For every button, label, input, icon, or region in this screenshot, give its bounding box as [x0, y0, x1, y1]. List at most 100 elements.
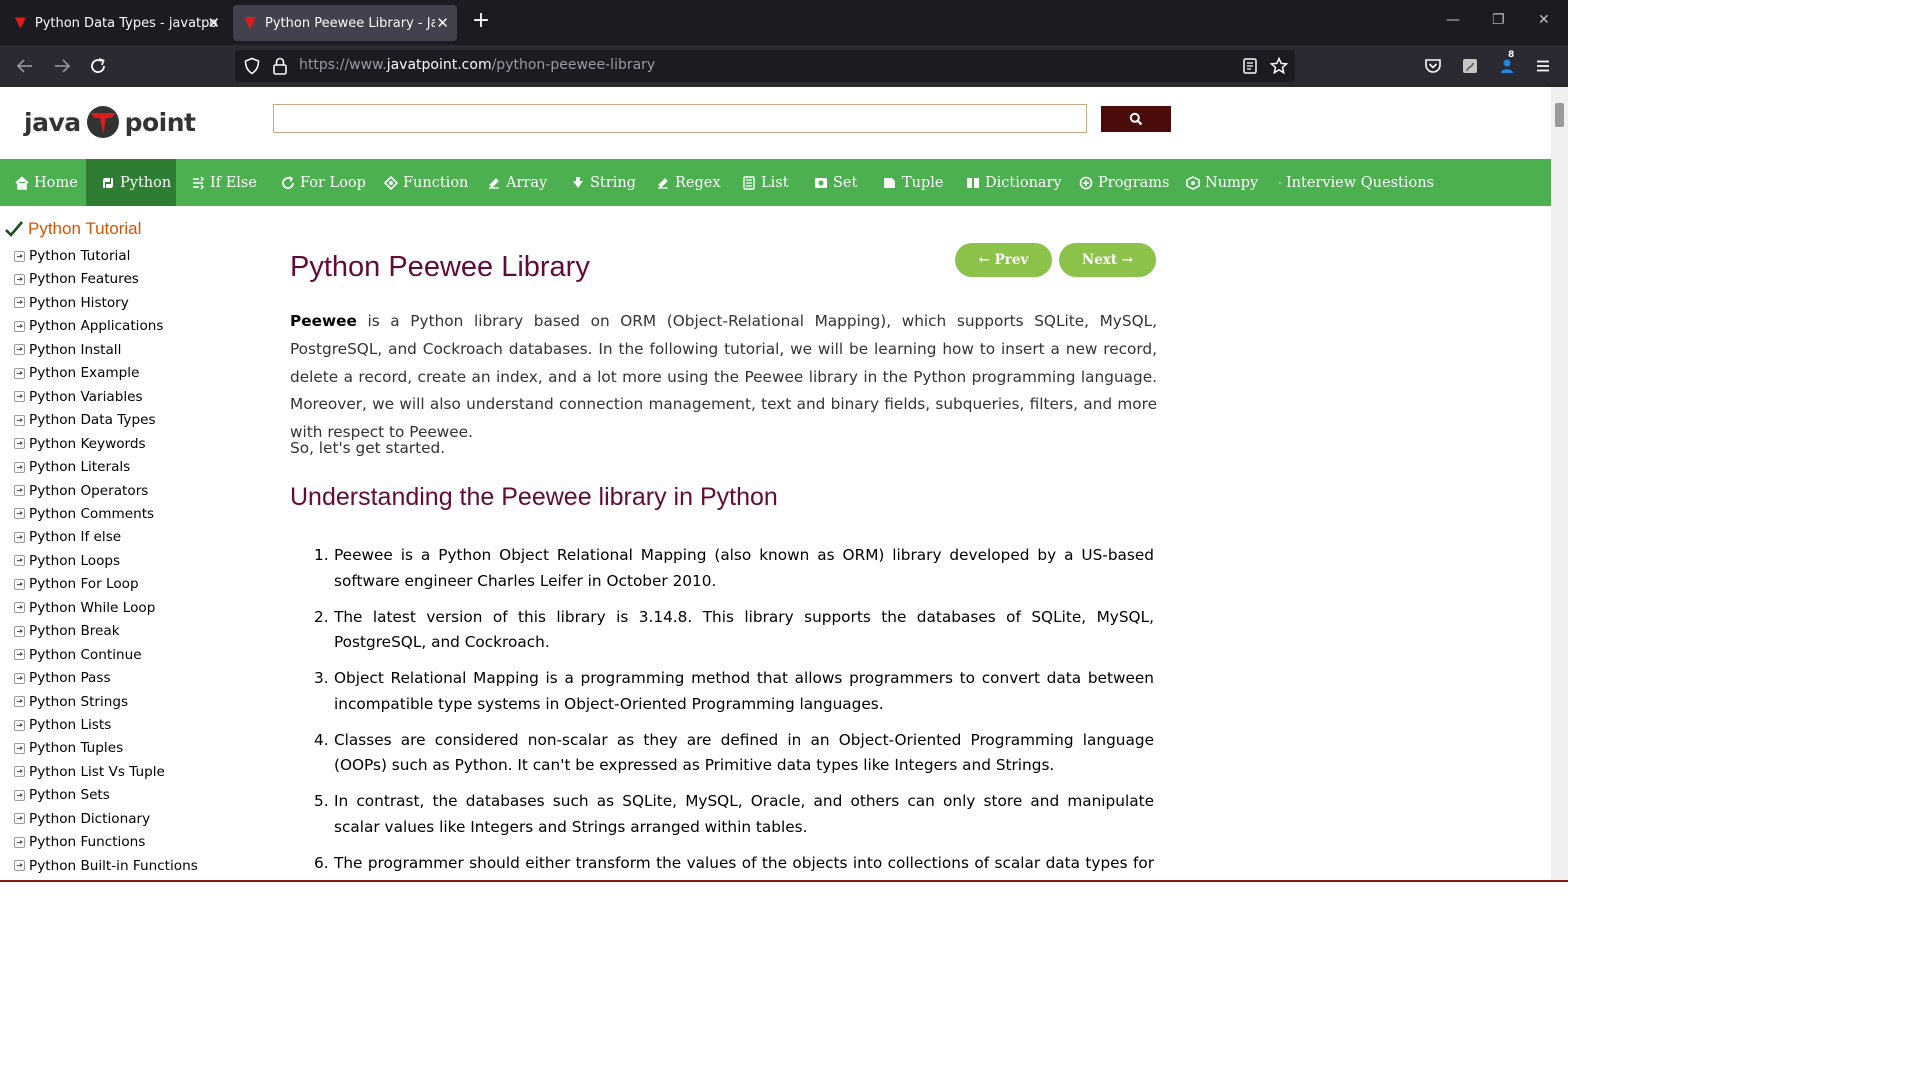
- list-icon: [743, 175, 755, 190]
- menu-item-tuple[interactable]: Tuple: [868, 159, 951, 206]
- reload-icon[interactable]: [87, 55, 109, 77]
- extension-icon[interactable]: [1459, 55, 1481, 77]
- tab-python-data-types[interactable]: Python Data Types - javatpoint ✕: [4, 5, 228, 41]
- sidebar-item[interactable]: Python History: [14, 293, 129, 313]
- site-search-input[interactable]: [273, 104, 1087, 133]
- menu-item-for-loop[interactable]: For Loop: [266, 159, 369, 206]
- menu-item-if-else[interactable]: If Else: [176, 159, 266, 206]
- sidebar-item[interactable]: Python For Loop: [14, 574, 139, 594]
- bookmark-star-icon[interactable]: [1268, 55, 1290, 77]
- function-icon: [384, 175, 398, 190]
- menu-item-programs[interactable]: Programs: [1064, 159, 1171, 206]
- menu-item-label: Programs: [1098, 174, 1170, 191]
- programs-icon: [1079, 176, 1093, 189]
- sidebar-item[interactable]: Python Features: [14, 269, 139, 289]
- sidebar-item[interactable]: Python While Loop: [14, 598, 155, 618]
- python-icon: [103, 177, 113, 188]
- sidebar-item-label: Python Sets: [29, 787, 110, 804]
- string-icon: [573, 176, 583, 188]
- sidebar-item[interactable]: Python Literals: [14, 457, 130, 477]
- next-button[interactable]: Next →: [1059, 243, 1156, 277]
- sidebar-item[interactable]: Python Operators: [14, 481, 148, 501]
- menu-item-set[interactable]: Set: [799, 159, 868, 206]
- window-close-icon[interactable]: ✕: [1538, 12, 1550, 28]
- menu-item-home[interactable]: Home: [0, 159, 86, 206]
- sidebar-item[interactable]: Python Lists: [14, 715, 111, 735]
- new-tab-icon[interactable]: +: [470, 10, 492, 34]
- menu-item-numpy[interactable]: Numpy: [1171, 159, 1264, 206]
- sidebar-item[interactable]: Python Dictionary: [14, 809, 150, 829]
- bullet-arrow-icon: [14, 391, 25, 403]
- tab-close-icon[interactable]: ✕: [207, 14, 220, 32]
- url-bar[interactable]: https://www.javatpoint.com/python-peewee…: [235, 50, 1295, 82]
- forward-icon[interactable]: [51, 55, 73, 77]
- prev-button[interactable]: ← Prev: [955, 243, 1052, 277]
- article-list: 1. Peewee is a Python Object Relational M…: [290, 543, 1154, 882]
- page-scrollbar[interactable]: [1551, 87, 1568, 882]
- sidebar-item-label: Python Pass: [29, 670, 111, 687]
- tab-python-peewee[interactable]: Python Peewee Library - Javatpoint ✕: [233, 5, 457, 41]
- sidebar-item[interactable]: Python Pass: [14, 668, 111, 688]
- tab-strip: Python Data Types - javatpoint ✕ Python …: [0, 0, 1568, 45]
- sidebar-item[interactable]: Python Applications: [14, 316, 163, 336]
- sidebar-item[interactable]: Python Built-in Functions: [14, 856, 198, 876]
- list-item-text: The latest version of this library is 3.…: [334, 607, 1154, 652]
- set-icon: [815, 177, 827, 188]
- bullet-arrow-icon: [14, 344, 25, 356]
- sidebar-item[interactable]: Python Variables: [14, 387, 143, 407]
- list-number: 6.: [314, 853, 329, 872]
- menu-item-interview-questions[interactable]: Interview Questions: [1264, 159, 1434, 206]
- sidebar-item-label: Python Tutorial: [29, 248, 131, 264]
- sidebar-item-label: Python Keywords: [29, 435, 146, 452]
- tab-close-icon[interactable]: ✕: [436, 14, 449, 32]
- search-area: [258, 90, 1185, 154]
- pocket-icon[interactable]: [1422, 55, 1444, 77]
- sidebar-item-label: Python Loops: [29, 552, 121, 569]
- sidebar-item[interactable]: Python Tutorial: [14, 246, 130, 266]
- list-item: 6. The programmer should either transform…: [290, 851, 1154, 883]
- sidebar-item[interactable]: Python Continue: [14, 645, 142, 665]
- menu-item-regex[interactable]: Regex: [641, 159, 727, 206]
- sidebar-item[interactable]: Python Keywords: [14, 434, 146, 454]
- lock-icon[interactable]: [269, 55, 291, 77]
- menu-item-dictionary[interactable]: Dictionary: [951, 159, 1064, 206]
- minimize-icon[interactable]: —: [1446, 12, 1460, 28]
- sidebar-item[interactable]: Python Example: [14, 363, 139, 383]
- back-icon[interactable]: [14, 55, 36, 77]
- account-icon[interactable]: 8: [1496, 50, 1518, 77]
- sidebar-item[interactable]: Python Loops: [14, 551, 120, 571]
- list-item: 4. Classes are considered non-scalar as t…: [290, 728, 1154, 779]
- sidebar-item[interactable]: Python Install: [14, 340, 121, 360]
- menu-item-function[interactable]: Function: [369, 159, 472, 206]
- sidebar-item[interactable]: Python Sets: [14, 785, 110, 805]
- shield-icon[interactable]: [241, 55, 263, 77]
- restore-icon[interactable]: ❐: [1492, 12, 1505, 28]
- menu-item-string[interactable]: String: [556, 159, 641, 206]
- menu-item-python[interactable]: Python: [86, 159, 176, 206]
- javatpoint-logo[interactable]: java point: [24, 102, 196, 142]
- bullet-arrow-icon: [14, 320, 25, 332]
- list-item-text: The programmer should either transform t…: [334, 853, 1154, 883]
- sidebar-item[interactable]: Python List Vs Tuple: [14, 762, 165, 782]
- url-text[interactable]: https://www.javatpoint.com/python-peewee…: [299, 57, 655, 73]
- search-button[interactable]: [1101, 106, 1171, 132]
- notification-badge: 8: [1508, 50, 1515, 60]
- sidebar-item[interactable]: Python Tuples: [14, 738, 123, 758]
- logo-text-right: point: [124, 107, 196, 137]
- loop-icon: [282, 175, 294, 189]
- sidebar-item[interactable]: Python Break: [14, 621, 120, 641]
- sidebar-item[interactable]: Python Strings: [14, 692, 128, 712]
- menu-item-list[interactable]: List: [727, 159, 799, 206]
- menu-item-label: For Loop: [300, 174, 366, 191]
- article: Python Peewee Library ← Prev Next → Peew…: [274, 221, 1173, 882]
- menu-item-array[interactable]: Array: [472, 159, 556, 206]
- sidebar-item[interactable]: Python Functions: [14, 832, 145, 852]
- bullet-arrow-icon: [14, 367, 25, 379]
- menu-icon[interactable]: [1532, 55, 1554, 77]
- scrollbar-thumb[interactable]: [1555, 103, 1564, 127]
- sidebar-item[interactable]: Python Data Types: [14, 410, 156, 430]
- reader-view-icon[interactable]: [1239, 55, 1261, 77]
- sidebar-item[interactable]: Python If else: [14, 527, 121, 547]
- sidebar-item[interactable]: Python Comments: [14, 504, 154, 524]
- bullet-arrow-icon: [14, 438, 25, 450]
